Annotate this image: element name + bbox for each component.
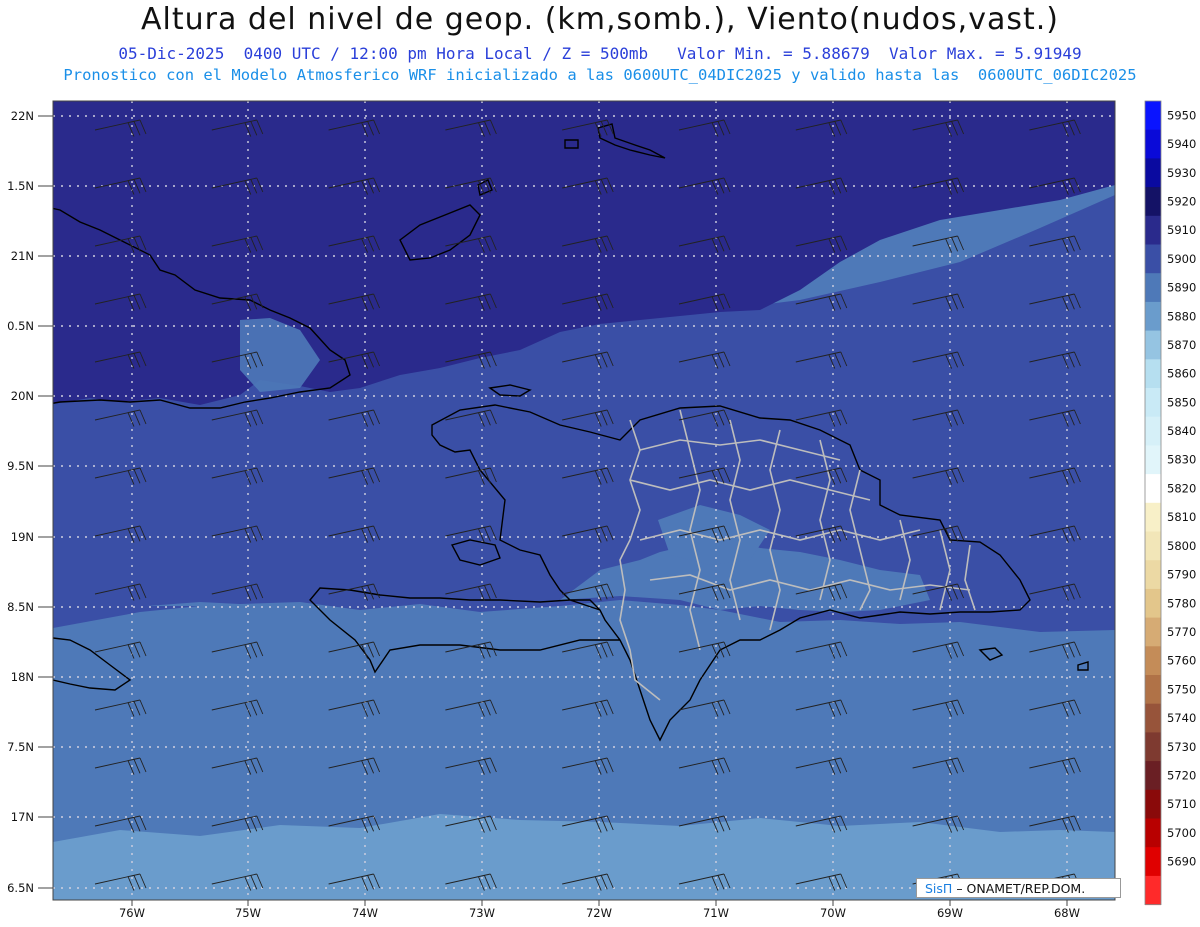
lon-label: 76W: [119, 906, 145, 920]
colorbar-label: 5710: [1167, 797, 1196, 811]
colorbar-label: 5920: [1167, 195, 1196, 209]
colorbar-swatch: [1145, 187, 1161, 217]
colorbar-swatch: [1145, 273, 1161, 303]
colorbar-swatch: [1145, 761, 1161, 791]
colorbar-label: 5880: [1167, 309, 1196, 323]
lat-label: 9.5N: [7, 459, 34, 473]
lon-label: 70W: [820, 906, 846, 920]
lon-label: 75W: [235, 906, 261, 920]
colorbar: 5950 5940 5930 5920 5910 5900 5890 5880 5870 5860…: [1144, 100, 1196, 906]
colorbar-swatch: [1145, 789, 1161, 819]
colorbar-swatch: [1145, 617, 1161, 647]
colorbar-label: 5850: [1167, 395, 1196, 409]
colorbar-label: 5810: [1167, 510, 1196, 524]
colorbar-swatch: [1145, 732, 1161, 762]
colorbar-label: 5770: [1167, 625, 1196, 639]
lat-label: 17N: [11, 810, 34, 824]
colorbar-swatch: [1145, 474, 1161, 504]
map-canvas: 22N 1.5N 21N 0.5N 20N 9.5N 19N 8.5N 18N …: [7, 100, 1196, 920]
colorbar-label: 5900: [1167, 252, 1196, 266]
lon-label: 68W: [1054, 906, 1080, 920]
colorbar-swatch: [1145, 359, 1161, 389]
colorbar-swatch: [1145, 158, 1161, 188]
lon-label: 71W: [703, 906, 729, 920]
credit-sis: SisΠ: [925, 881, 953, 896]
colorbar-swatch: [1145, 101, 1161, 131]
lat-label: 20N: [11, 389, 34, 403]
lon-label: 72W: [586, 906, 612, 920]
colorbar-label: 5830: [1167, 453, 1196, 467]
lat-label: 18N: [11, 670, 34, 684]
colorbar-swatch: [1145, 502, 1161, 532]
colorbar-swatch: [1145, 818, 1161, 848]
lat-label: 1.5N: [7, 179, 34, 193]
geopotential-fill: [53, 101, 1115, 900]
colorbar-label: 5760: [1167, 654, 1196, 668]
colorbar-label: 5750: [1167, 682, 1196, 696]
colorbar-label: 5890: [1167, 281, 1196, 295]
colorbar-swatch: [1145, 531, 1161, 561]
lat-label: 22N: [11, 109, 34, 123]
lon-label: 74W: [352, 906, 378, 920]
lat-label: 0.5N: [7, 319, 34, 333]
colorbar-swatch: [1145, 560, 1161, 590]
colorbar-label: 5690: [1167, 855, 1196, 869]
colorbar-label: 5910: [1167, 223, 1196, 237]
lat-label: 21N: [11, 249, 34, 263]
colorbar-label: 5740: [1167, 711, 1196, 725]
colorbar-swatch: [1145, 675, 1161, 705]
colorbar-swatch: [1145, 330, 1161, 360]
colorbar-label: 5840: [1167, 424, 1196, 438]
colorbar-swatch: [1145, 244, 1161, 274]
colorbar-swatch: [1145, 301, 1161, 332]
colorbar-label: 5950: [1167, 108, 1196, 122]
colorbar-swatch: [1145, 416, 1161, 446]
colorbar-swatch: [1145, 875, 1161, 906]
longitude-axis: 76W 75W 74W 73W 72W 71W 70W 69W 68W: [119, 900, 1080, 920]
colorbar-swatch: [1145, 388, 1161, 418]
colorbar-swatch: [1145, 588, 1161, 619]
colorbar-label: 5860: [1167, 367, 1196, 381]
colorbar-swatch: [1145, 215, 1161, 245]
colorbar-label: 5940: [1167, 137, 1196, 151]
colorbar-label: 5700: [1167, 826, 1196, 840]
lat-label: 19N: [11, 530, 34, 544]
lat-label: 6.5N: [7, 881, 34, 895]
latitude-axis: 22N 1.5N 21N 0.5N 20N 9.5N 19N 8.5N 18N …: [7, 109, 53, 895]
colorbar-swatch: [1145, 847, 1161, 877]
lat-label: 7.5N: [7, 740, 34, 754]
colorbar-swatch: [1145, 703, 1161, 733]
colorbar-label: 5870: [1167, 338, 1196, 352]
colorbar-label: 5800: [1167, 539, 1196, 553]
colorbar-swatch: [1145, 646, 1161, 676]
colorbar-label: 5790: [1167, 568, 1196, 582]
colorbar-label: 5930: [1167, 166, 1196, 180]
colorbar-swatch: [1145, 445, 1161, 475]
colorbar-label: 5720: [1167, 768, 1196, 782]
lon-label: 69W: [937, 906, 963, 920]
colorbar-label: 5730: [1167, 740, 1196, 754]
credit-org: – ONAMET/REP.DOM.: [956, 881, 1086, 896]
colorbar-label: 5820: [1167, 481, 1196, 495]
credit-box: SisΠ – ONAMET/REP.DOM.: [916, 878, 1121, 898]
lat-label: 8.5N: [7, 600, 34, 614]
lon-label: 73W: [469, 906, 495, 920]
colorbar-swatch: [1145, 129, 1161, 159]
colorbar-label: 5780: [1167, 596, 1196, 610]
